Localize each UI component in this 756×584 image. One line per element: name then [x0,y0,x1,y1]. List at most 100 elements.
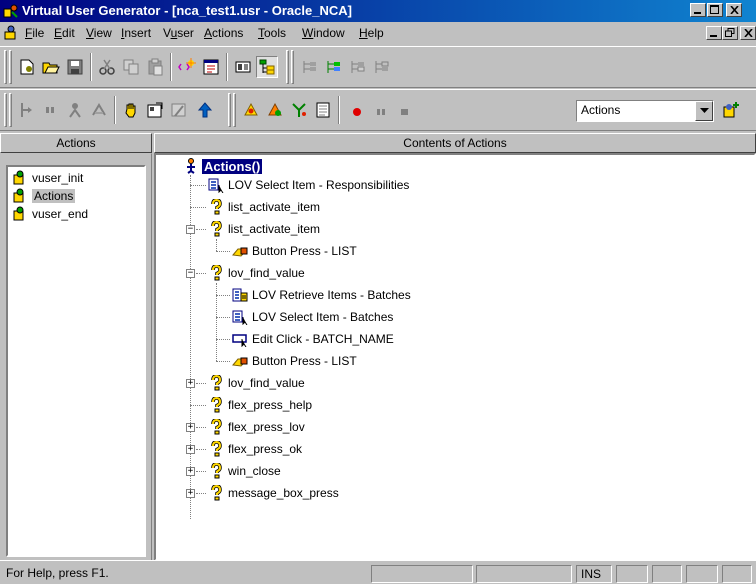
list-item[interactable]: vuser_init [12,169,83,187]
maximize-button[interactable] [707,3,723,17]
insert-step-icon [178,58,196,71]
menu-actions[interactable]: Actions [204,22,243,44]
step-button[interactable] [264,99,286,121]
tree-expand-button[interactable] [298,56,320,78]
run-to-step-button[interactable] [288,99,310,121]
menu-tools[interactable]: Tools [258,22,286,44]
close-button[interactable] [726,3,742,17]
save-button[interactable] [64,56,86,78]
action-script-icon [12,206,28,222]
tree-connector [190,207,206,208]
actions-list[interactable]: vuser_init Actions vuser_end [6,165,146,557]
editor-button[interactable] [168,99,190,121]
insert-step-button[interactable] [176,56,198,78]
tree-node[interactable]: Button Press - LIST [232,242,357,260]
right-panel-header[interactable]: Contents of Actions [154,133,756,153]
section-combo[interactable]: Actions [576,100,714,122]
tree-connector [196,273,206,274]
cut-button[interactable] [96,56,118,78]
tree-view[interactable]: Actions() LOV Select Item - Responsibili… [154,153,756,561]
title-bar[interactable]: Virtual User Generator - [nca_test1.usr … [0,0,756,22]
copy-button[interactable] [120,56,142,78]
breakpoint-button[interactable] [240,99,262,121]
tree-expand-toggle[interactable]: + [186,423,195,432]
menu-window[interactable]: Window [302,22,345,44]
mdi-close-button[interactable] [740,26,756,40]
menu-insert[interactable]: Insert [121,22,151,44]
toolbar-grip[interactable] [291,50,294,84]
pointer-button[interactable] [120,99,142,121]
open-button[interactable] [40,56,62,78]
tree-expand-toggle[interactable]: + [186,489,195,498]
tree-node[interactable]: LOV Select Item - Batches [232,308,393,326]
tree-node[interactable]: flex_press_ok [208,440,302,458]
mdi-minimize-button[interactable] [706,26,722,40]
tree-node[interactable]: LOV Select Item - Responsibilities [208,176,409,194]
tree-view-button[interactable] [256,56,278,78]
list-item[interactable]: Actions [12,187,76,205]
run-button[interactable] [64,99,86,121]
section-combo-dropdown-button[interactable] [695,101,713,121]
open-folder-icon [42,62,60,74]
toolbar-grip[interactable] [4,93,7,127]
tree-node[interactable]: Button Press - LIST [232,352,357,370]
tree-node[interactable]: message_box_press [208,484,339,502]
toolbar-grip[interactable] [9,50,12,84]
tree-node[interactable]: lov_find_value [208,374,305,392]
pause-record-button[interactable] [40,99,62,121]
record-button[interactable] [346,99,368,121]
step-icon [268,102,282,116]
function-icon [208,265,224,281]
menu-edit[interactable]: Edit [54,22,75,44]
left-panel: Actions vuser_init Actions vuser_end [0,133,152,561]
tree-add-child-button[interactable] [322,56,344,78]
tree-collapse-button[interactable] [370,56,392,78]
new-button[interactable] [16,56,38,78]
app-icon[interactable] [3,3,19,19]
toolbar-grip[interactable] [9,93,12,127]
left-panel-header[interactable]: Actions [0,133,152,153]
start-record-button[interactable] [16,99,38,121]
options-button[interactable] [144,99,166,121]
paste-button[interactable] [144,56,166,78]
tree-node[interactable]: LOV Retrieve Items - Batches [232,286,411,304]
document-icon[interactable] [3,25,19,41]
tree-add-sibling-button[interactable] [346,56,368,78]
toolbar-grip[interactable] [233,93,236,127]
toolbar-grip[interactable] [4,50,7,84]
tree-node[interactable]: list_activate_item [208,220,320,238]
stop-recording-button[interactable] [394,99,416,121]
tree-root[interactable]: Actions() [182,157,263,175]
stop-button[interactable] [88,99,110,121]
compile-button[interactable] [194,99,216,121]
tree-expand-toggle[interactable]: + [186,379,195,388]
pause-recording-button[interactable] [370,99,392,121]
tree-collapse-toggle[interactable]: − [186,225,195,234]
tree-node[interactable]: flex_press_lov [208,418,305,436]
toolbar-grip[interactable] [286,50,289,84]
menu-help[interactable]: Help [359,22,384,44]
properties-button[interactable] [232,56,254,78]
tree-expand-toggle[interactable]: + [186,445,195,454]
tree-node-label: Button Press - LIST [252,354,357,368]
mdi-restore-button[interactable] [722,26,738,40]
list-item[interactable]: vuser_end [12,205,88,223]
minimize-button[interactable] [690,3,706,17]
add-action-button[interactable] [720,99,742,121]
tree-connector [196,229,206,230]
tree-node[interactable]: Edit Click - BATCH_NAME [232,330,394,348]
log-button[interactable] [312,99,334,121]
tree-node[interactable]: lov_find_value [208,264,305,282]
menu-vuser[interactable]: Vuser [163,22,194,44]
tree-expand-toggle[interactable]: + [186,467,195,476]
tree-node[interactable]: win_close [208,462,281,480]
lov-select-icon [232,309,248,325]
tree-node[interactable]: flex_press_help [208,396,312,414]
tree-collapse-toggle[interactable]: − [186,269,195,278]
menu-file[interactable]: File [25,22,44,44]
tree-node[interactable]: list_activate_item [208,198,320,216]
script-view-button[interactable] [200,56,222,78]
toolbar-grip[interactable] [228,93,231,127]
status-pane [476,565,572,583]
menu-view[interactable]: View [86,22,112,44]
